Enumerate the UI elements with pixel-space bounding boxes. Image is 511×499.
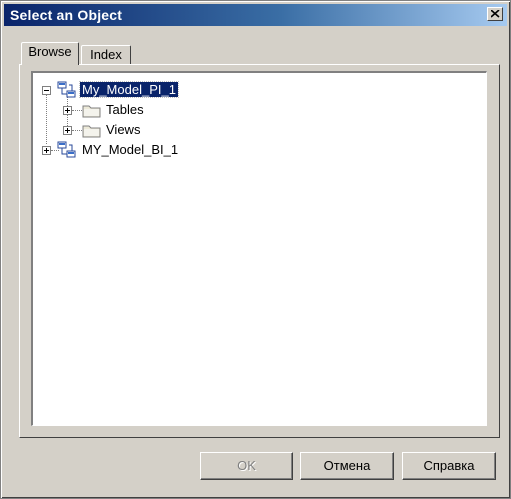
cancel-button[interactable]: Отмена bbox=[300, 452, 394, 480]
close-icon bbox=[491, 10, 500, 18]
tree-node-my-model-bi-1[interactable]: MY_Model_BI_1 bbox=[80, 142, 180, 157]
folder-icon bbox=[82, 105, 101, 118]
model-icon bbox=[57, 141, 76, 158]
window-title: Select an Object bbox=[10, 7, 123, 23]
tree-connector bbox=[46, 92, 47, 144]
tab-index[interactable]: Index bbox=[81, 45, 131, 65]
tab-browse-label: Browse bbox=[28, 44, 72, 59]
tab-browse[interactable]: Browse bbox=[21, 42, 79, 65]
title-bar[interactable]: Select an Object bbox=[4, 4, 507, 26]
tree-node-views[interactable]: Views bbox=[104, 122, 142, 137]
tree-node-my-model-pi-1[interactable]: My_Model_PI_1 bbox=[79, 81, 179, 98]
tab-index-label: Index bbox=[90, 47, 122, 62]
expand-toggle[interactable] bbox=[42, 146, 51, 155]
folder-icon bbox=[82, 125, 101, 138]
collapse-toggle[interactable] bbox=[42, 86, 51, 95]
expand-toggle[interactable] bbox=[63, 106, 72, 115]
help-button[interactable]: Справка bbox=[402, 452, 496, 480]
ok-button[interactable]: OK bbox=[200, 452, 293, 480]
select-object-dialog: Select an Object Browse Index My_Model_P… bbox=[0, 0, 511, 499]
model-icon bbox=[57, 81, 76, 98]
object-tree[interactable]: My_Model_PI_1 Tables Views MY_Model_BI_1 bbox=[31, 71, 487, 426]
browse-tab-panel: My_Model_PI_1 Tables Views MY_Model_BI_1 bbox=[19, 64, 500, 438]
close-button[interactable] bbox=[487, 7, 503, 21]
expand-toggle[interactable] bbox=[63, 126, 72, 135]
tree-node-tables[interactable]: Tables bbox=[104, 102, 146, 117]
